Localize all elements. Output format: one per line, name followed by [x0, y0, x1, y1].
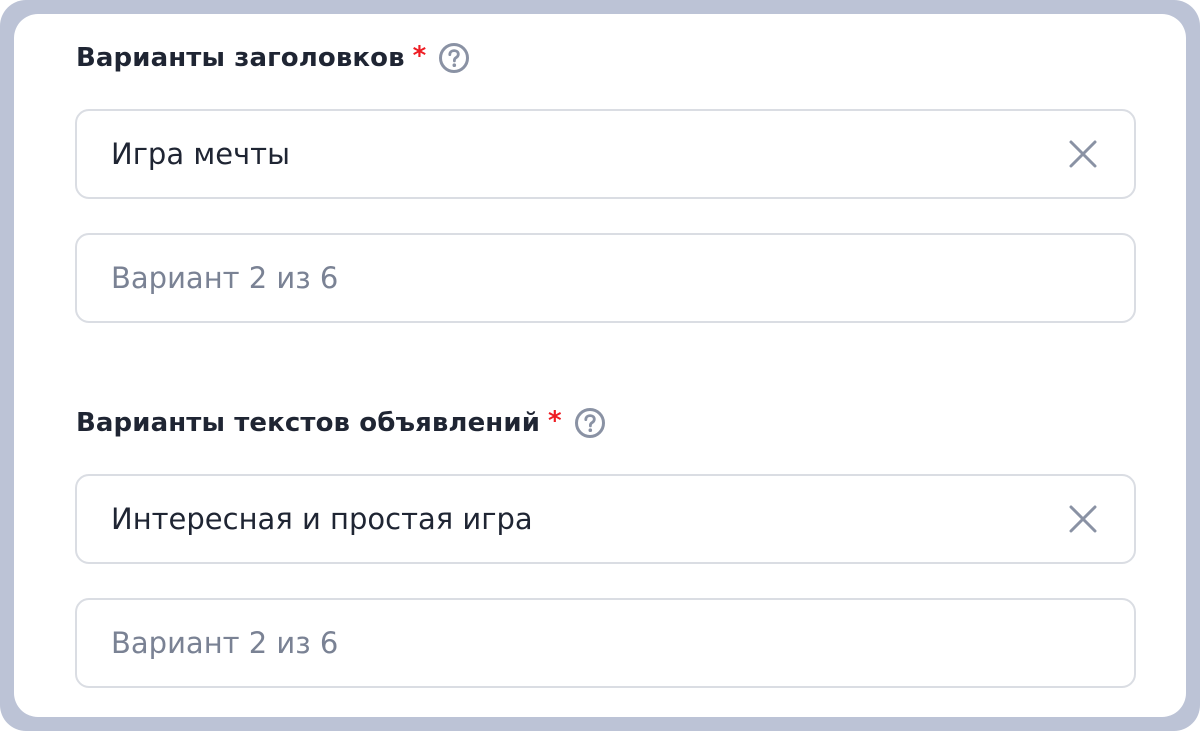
question-circle-icon[interactable] — [574, 407, 606, 439]
required-mark: * — [548, 406, 562, 436]
form-panel: Варианты заголовков * Игра мечты Вариант… — [14, 14, 1186, 717]
required-mark: * — [412, 41, 427, 71]
headline-input-1-value[interactable]: Игра мечты — [111, 137, 1066, 171]
window-frame: Варианты заголовков * Игра мечты Вариант… — [0, 0, 1200, 731]
headlines-label-text: Варианты заголовков — [76, 43, 405, 73]
close-icon[interactable] — [1066, 137, 1100, 171]
headlines-section-label: Варианты заголовков * — [76, 41, 470, 74]
ad-text-input-2[interactable]: Вариант 2 из 6 — [75, 598, 1136, 688]
ad-text-input-1[interactable]: Интересная и простая игра — [75, 474, 1136, 564]
ad-text-input-2-placeholder[interactable]: Вариант 2 из 6 — [111, 626, 1100, 660]
headline-input-2-placeholder[interactable]: Вариант 2 из 6 — [111, 261, 1100, 295]
headline-input-1[interactable]: Игра мечты — [75, 109, 1136, 199]
ad-texts-label-text: Варианты текстов объявлений — [76, 408, 541, 438]
ad-texts-section-label: Варианты текстов объявлений * — [76, 406, 606, 439]
close-icon[interactable] — [1066, 502, 1100, 536]
headline-input-2[interactable]: Вариант 2 из 6 — [75, 233, 1136, 323]
question-circle-icon[interactable] — [438, 42, 470, 74]
ad-text-input-1-value[interactable]: Интересная и простая игра — [111, 502, 1066, 536]
